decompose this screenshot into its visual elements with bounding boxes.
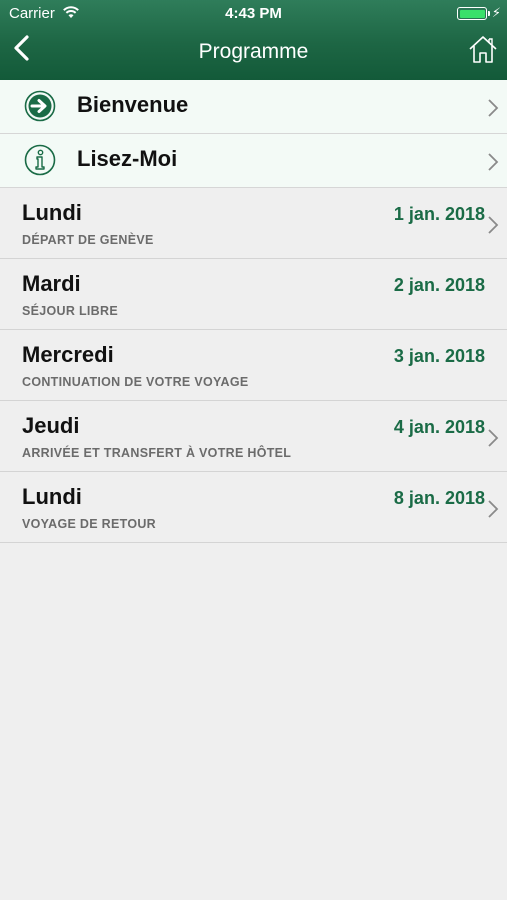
day-row[interactable]: Lundi 1 jan. 2018 DÉPART DE GENÈVE: [0, 188, 507, 259]
day-description: DÉPART DE GENÈVE: [22, 233, 154, 247]
day-description: ARRIVÉE ET TRANSFERT À VOTRE HÔTEL: [22, 446, 292, 460]
day-date: 2 jan. 2018: [393, 275, 485, 295]
day-name: Jeudi: [22, 413, 80, 438]
day-date: 1 jan. 2018: [393, 204, 485, 224]
battery-fill: [459, 9, 485, 18]
day-row: Mardi 2 jan. 2018 SÉJOUR LIBRE: [0, 259, 507, 330]
menu-item-lisez-moi[interactable]: Lisez-Moi: [0, 134, 507, 188]
day-name: Mercredi: [22, 342, 114, 367]
arrow-right-circle-icon: [24, 90, 56, 122]
charging-bolt-icon: ⚡: [491, 5, 501, 20]
chevron-right-icon: [488, 429, 499, 447]
day-name: Mardi: [22, 271, 81, 296]
day-description: SÉJOUR LIBRE: [22, 304, 118, 318]
day-date: 3 jan. 2018: [393, 346, 485, 366]
day-description: VOYAGE DE RETOUR: [22, 517, 156, 531]
day-name: Lundi: [22, 484, 82, 509]
status-time: 4:43 PM: [225, 5, 282, 22]
battery-icon: [457, 7, 490, 20]
day-description: CONTINUATION DE VOTRE VOYAGE: [22, 375, 249, 389]
day-row: Mercredi 3 jan. 2018 CONTINUATION DE VOT…: [0, 330, 507, 401]
chevron-right-icon: [488, 216, 499, 234]
day-date: 8 jan. 2018: [393, 488, 485, 508]
day-date: 4 jan. 2018: [393, 417, 485, 437]
menu-list: Bienvenue Lisez-Moi: [0, 80, 507, 188]
day-row[interactable]: Lundi 8 jan. 2018 VOYAGE DE RETOUR: [0, 472, 507, 543]
chevron-right-icon: [488, 99, 499, 117]
programme-list: Lundi 1 jan. 2018 DÉPART DE GENÈVE Mardi…: [0, 188, 507, 543]
status-bar: Carrier 4:43 PM ⚡: [0, 0, 507, 28]
home-icon[interactable]: [468, 34, 498, 64]
menu-item-bienvenue[interactable]: Bienvenue: [0, 80, 507, 134]
page-title: Programme: [198, 40, 309, 63]
chevron-right-icon: [488, 153, 499, 171]
navigation-bar: Carrier 4:43 PM ⚡ Programme: [0, 0, 507, 80]
info-circle-icon: [24, 144, 56, 176]
menu-item-label: Lisez-Moi: [77, 146, 178, 171]
chevron-right-icon: [488, 500, 499, 518]
day-row[interactable]: Jeudi 4 jan. 2018 ARRIVÉE ET TRANSFERT À…: [0, 401, 507, 472]
menu-item-label: Bienvenue: [77, 92, 189, 117]
day-name: Lundi: [22, 200, 82, 225]
